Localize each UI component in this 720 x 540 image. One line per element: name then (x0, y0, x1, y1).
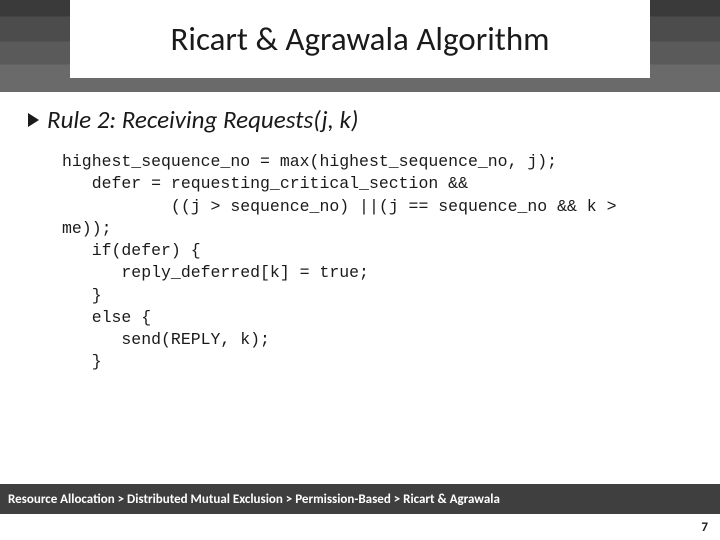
content-area: Rule 2: Receiving Requests(j, k) highest… (0, 92, 720, 374)
rule-heading: Rule 2: Receiving Requests(j, k) (47, 104, 358, 135)
code-block: highest_sequence_no = max(highest_sequen… (28, 151, 692, 374)
subhead-row: Rule 2: Receiving Requests(j, k) (28, 104, 692, 135)
breadcrumb-bar: Resource Allocation > Distributed Mutual… (0, 484, 720, 514)
header-band: Ricart & Agrawala Algorithm (0, 0, 720, 92)
page-number: 7 (701, 520, 708, 535)
slide-title: Ricart & Agrawala Algorithm (170, 19, 549, 59)
breadcrumb: Resource Allocation > Distributed Mutual… (8, 492, 500, 507)
title-box: Ricart & Agrawala Algorithm (70, 0, 650, 78)
bullet-triangle-icon (28, 113, 39, 127)
